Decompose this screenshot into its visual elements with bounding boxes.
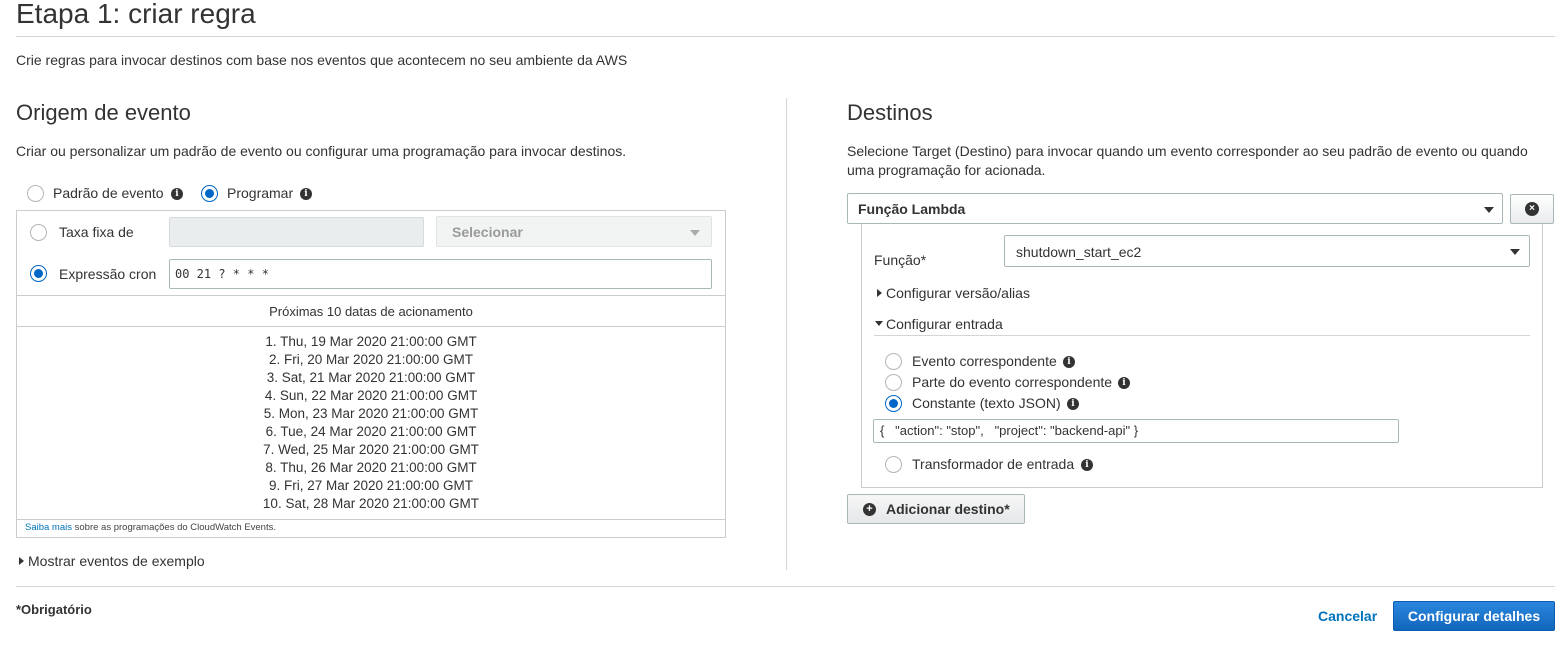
json-text-input[interactable]: { "action": "stop", "project": "backend-… <box>873 419 1399 443</box>
target-type-value: Função Lambda <box>858 201 966 217</box>
function-select[interactable]: shutdown_start_ec2 <box>1004 235 1530 267</box>
info-icon[interactable]: i <box>300 188 312 200</box>
remove-circle-icon: × <box>1525 202 1539 216</box>
next-dates-list: 1. Thu, 19 Mar 2020 21:00:00 GMT 2. Fri,… <box>17 333 725 513</box>
fixed-rate-label: Taxa fixa de <box>59 224 134 240</box>
list-item: 6. Tue, 24 Mar 2020 21:00:00 GMT <box>265 424 477 439</box>
targets-description: Selecione Target (Destino) para invocar … <box>847 143 1528 178</box>
function-value: shutdown_start_ec2 <box>1016 244 1142 260</box>
configure-version-toggle[interactable]: Configurar versão/alias <box>886 285 1030 301</box>
list-item: 9. Fri, 27 Mar 2020 21:00:00 GMT <box>268 478 474 493</box>
configure-details-button[interactable]: Configurar detalhes <box>1393 601 1555 631</box>
list-item: 8. Thu, 26 Mar 2020 21:00:00 GMT <box>265 460 477 475</box>
targets-title: Destinos <box>847 100 933 125</box>
page-subtitle: Crie regras para invocar destinos com ba… <box>16 52 628 68</box>
info-icon[interactable]: i <box>1067 398 1079 410</box>
cron-expression-input[interactable]: 00 21 ? * * * <box>169 259 712 289</box>
target-type-select[interactable]: Função Lambda <box>847 193 1503 224</box>
matched-event-label[interactable]: Evento correspondente <box>912 353 1057 369</box>
function-label: Função* <box>874 252 927 268</box>
next-dates-header: Próximas 10 datas de acionamento <box>17 295 725 327</box>
required-note: *Obrigatório <box>16 602 92 617</box>
caret-down-icon <box>875 321 883 326</box>
show-examples-toggle[interactable]: Mostrar eventos de exemplo <box>28 553 205 569</box>
input-transformer-radio[interactable] <box>885 456 902 473</box>
constant-json-radio[interactable] <box>885 395 902 412</box>
schedule-label[interactable]: Programar <box>227 185 293 201</box>
schedule-footer: Saiba mais sobre as programações do Clou… <box>17 519 725 537</box>
chevron-down-icon <box>1484 207 1494 213</box>
info-icon[interactable]: i <box>1063 356 1075 368</box>
footer-divider <box>16 586 1555 587</box>
rate-unit-placeholder: Selecionar <box>452 224 523 240</box>
list-item: 2. Fri, 20 Mar 2020 21:00:00 GMT <box>268 352 474 367</box>
configure-input-toggle[interactable]: Configurar entrada <box>886 316 1003 332</box>
part-of-event-radio[interactable] <box>885 374 902 391</box>
column-divider <box>786 98 787 570</box>
add-target-button[interactable]: + Adicionar destino* <box>847 494 1025 524</box>
fixed-rate-radio[interactable] <box>30 224 47 241</box>
info-icon[interactable]: i <box>171 188 183 200</box>
list-item: 7. Wed, 25 Mar 2020 21:00:00 GMT <box>263 442 479 457</box>
chevron-down-icon <box>1510 249 1520 255</box>
list-item: 10. Sat, 28 Mar 2020 21:00:00 GMT <box>262 496 480 511</box>
list-item: 3. Sat, 21 Mar 2020 21:00:00 GMT <box>266 370 476 385</box>
chevron-down-icon <box>690 230 700 236</box>
fixed-rate-input[interactable] <box>169 217 424 247</box>
part-of-event-label[interactable]: Parte do evento correspondente <box>912 374 1112 390</box>
rate-unit-select[interactable]: Selecionar <box>436 216 712 247</box>
page-title: Etapa 1: criar regra <box>16 0 256 29</box>
matched-event-radio[interactable] <box>885 353 902 370</box>
learn-more-text: sobre as programações do CloudWatch Even… <box>72 522 276 533</box>
learn-more-link[interactable]: Saiba mais <box>25 522 72 533</box>
info-icon[interactable]: i <box>1118 377 1130 389</box>
caret-right-icon <box>19 557 24 565</box>
event-source-description: Criar ou personalizar um padrão de event… <box>16 143 627 159</box>
header-divider <box>16 36 1555 37</box>
plus-circle-icon: + <box>863 503 876 516</box>
list-item: 5. Mon, 23 Mar 2020 21:00:00 GMT <box>263 406 479 421</box>
caret-right-icon <box>877 289 882 297</box>
cancel-button[interactable]: Cancelar <box>1318 608 1377 624</box>
schedule-radio[interactable] <box>201 185 218 202</box>
remove-target-button[interactable]: × <box>1510 194 1554 224</box>
cron-label: Expressão cron <box>59 266 157 282</box>
add-target-label: Adicionar destino* <box>886 501 1010 517</box>
event-pattern-radio[interactable] <box>27 185 44 202</box>
list-item: 4. Sun, 22 Mar 2020 21:00:00 GMT <box>264 388 478 403</box>
configure-input-divider <box>874 335 1530 336</box>
event-source-title: Origem de evento <box>16 100 191 125</box>
event-pattern-label[interactable]: Padrão de evento <box>53 185 164 201</box>
cron-radio[interactable] <box>30 265 47 282</box>
info-icon[interactable]: i <box>1081 459 1093 471</box>
constant-json-label[interactable]: Constante (texto JSON) <box>912 395 1061 411</box>
input-transformer-label[interactable]: Transformador de entrada <box>912 456 1074 472</box>
list-item: 1. Thu, 19 Mar 2020 21:00:00 GMT <box>265 334 477 349</box>
